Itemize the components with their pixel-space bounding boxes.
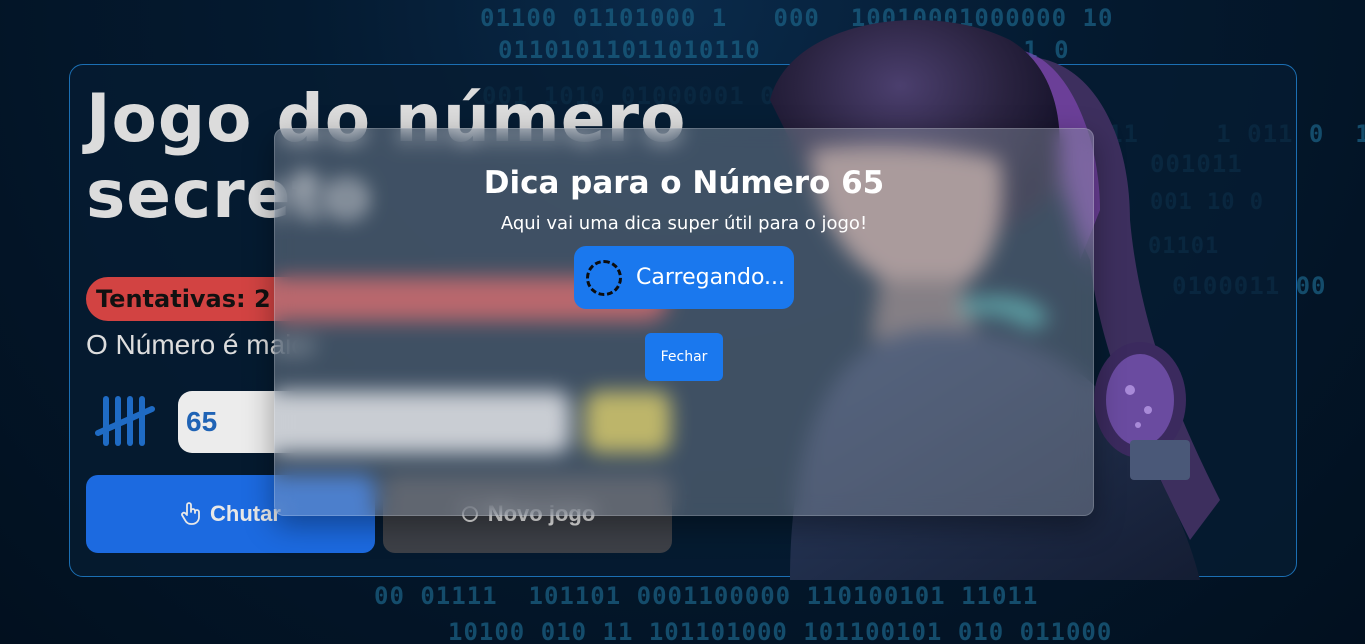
binary-row: 10100 010 11 101101000 101100101 010 011… [448, 618, 1113, 644]
tally-icon [95, 396, 155, 446]
hand-pointer-icon [181, 502, 200, 525]
hint-modal: Dica para o Número 65 Aqui vai uma dica … [274, 128, 1094, 516]
guess-button-label: Chutar [210, 501, 281, 526]
spinner-icon [586, 259, 622, 296]
modal-subtitle: Aqui vai uma dica super útil para o jogo… [500, 213, 868, 234]
loading-text: Carregando... [636, 265, 786, 290]
close-button[interactable]: Fechar [645, 333, 723, 381]
binary-row: 00 01111 101101 0001100000 110100101 110… [374, 582, 1039, 610]
modal-title: Dica para o Número 65 [483, 165, 885, 201]
loading-indicator: Carregando... [574, 246, 794, 309]
